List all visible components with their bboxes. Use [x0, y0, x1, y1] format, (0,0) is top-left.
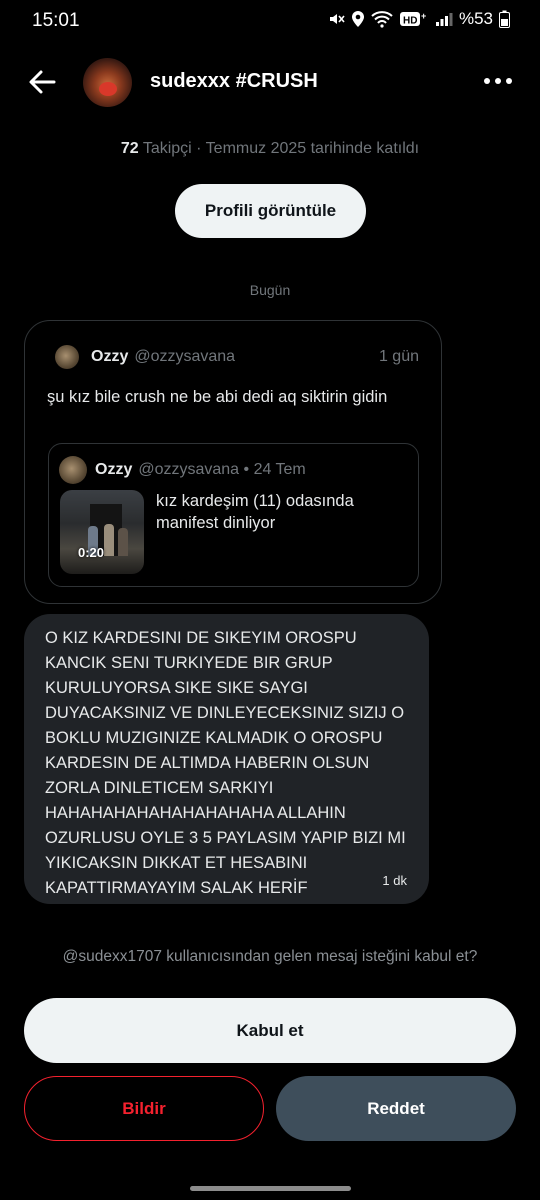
battery-percent: %53	[458, 9, 493, 28]
quoted-post-header: Ozzy @ozzysavana • 24 Tem	[59, 456, 306, 484]
view-profile-button[interactable]: Profili görüntüle	[175, 184, 366, 238]
follower-label: Takipçi · Temmuz 2025 tarihinde katıldı	[138, 140, 420, 157]
post-author-avatar	[55, 345, 79, 369]
message-time: 1 dk	[382, 873, 407, 888]
quoted-handle-time: @ozzysavana • 24 Tem	[138, 461, 306, 478]
follower-count: 72	[120, 140, 139, 157]
wifi-icon	[371, 11, 393, 28]
avatar[interactable]	[83, 58, 132, 107]
signal-icon	[435, 13, 453, 26]
home-indicator[interactable]	[190, 1186, 351, 1191]
date-separator: Bugün	[249, 282, 291, 298]
message-request-prompt: @sudexx1707 kullanıcısından gelen mesaj …	[62, 948, 478, 965]
shared-post-header: Ozzy @ozzysavana 1 gün	[55, 345, 419, 369]
more-options-icon[interactable]	[484, 78, 512, 84]
status-bar: 15:01 HD + %53	[0, 0, 540, 40]
status-icons: HD + %53	[327, 9, 510, 29]
video-thumbnail[interactable]: 0:20	[60, 490, 144, 574]
status-time: 15:01	[32, 10, 80, 31]
svg-text:HD: HD	[403, 16, 417, 27]
accept-button[interactable]: Kabul et	[24, 998, 516, 1063]
post-author-name: Ozzy	[91, 348, 129, 365]
post-text: şu kız bile crush ne be abi dedi aq sikt…	[47, 388, 388, 406]
message-bubble[interactable]: O KIZ KARDESINI DE SIKEYIM OROSPU KANCIK…	[24, 614, 429, 904]
back-arrow-icon[interactable]	[26, 66, 58, 98]
location-icon	[351, 11, 364, 27]
quoted-author-name: Ozzy	[95, 461, 133, 478]
quoted-post[interactable]: Ozzy @ozzysavana • 24 Tem 0:20 kız karde…	[48, 443, 419, 587]
svg-text:+: +	[421, 11, 426, 21]
decline-button[interactable]: Reddet	[276, 1076, 516, 1141]
report-button[interactable]: Bildir	[24, 1076, 264, 1141]
video-duration: 0:20	[78, 545, 105, 560]
mute-icon	[329, 14, 345, 24]
shared-post-card[interactable]: Ozzy @ozzysavana 1 gün şu kız bile crush…	[24, 320, 442, 604]
hd-voice-icon: HD +	[399, 11, 426, 27]
post-time: 1 gün	[378, 348, 419, 365]
conversation-header: sudexxx #CRUSH	[0, 52, 540, 112]
battery-icon	[499, 10, 510, 28]
post-author-handle: @ozzysavana	[134, 348, 236, 365]
quoted-post-text: kız kardeşim (11) odasında manifest dinl…	[156, 492, 354, 532]
message-text: O KIZ KARDESINI DE SIKEYIM OROSPU KANCIK…	[45, 629, 406, 897]
header-title[interactable]: sudexxx #CRUSH	[150, 70, 318, 93]
follower-info: 72 Takipçi · Temmuz 2025 tarihinde katıl…	[0, 140, 540, 158]
quoted-author-avatar	[59, 456, 87, 484]
